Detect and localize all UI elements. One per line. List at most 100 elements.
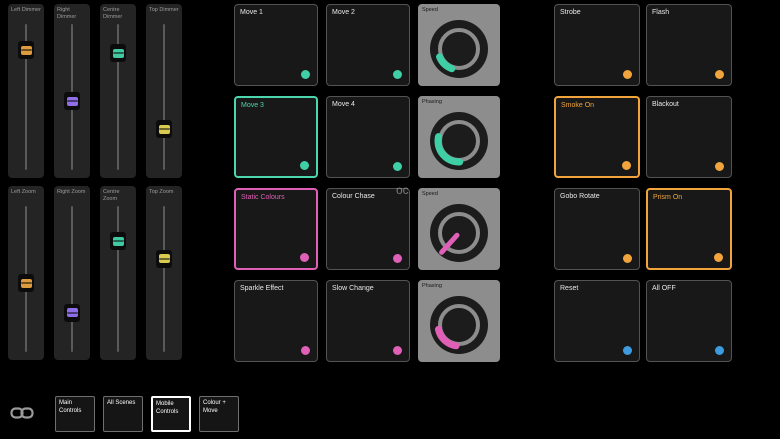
status-dot	[623, 70, 632, 79]
fader-top-zoom[interactable]: Top Zoom	[146, 186, 182, 360]
fader-label: Centre Zoom	[103, 189, 133, 203]
pad-label: Strobe	[560, 9, 581, 17]
fader-right-zoom[interactable]: Right Zoom	[54, 186, 90, 360]
fx-grid: Strobe Flash Smoke On Blackout Gobo Rota…	[554, 4, 732, 362]
status-dot	[714, 253, 723, 262]
fader-handle-grip	[113, 49, 124, 58]
pad-label: Reset	[560, 285, 578, 293]
scene-pad-move-2[interactable]: Move 2	[326, 4, 410, 86]
fader-left-dimmer[interactable]: Left Dimmer	[8, 4, 44, 178]
fader-handle[interactable]	[110, 44, 126, 62]
fader-handle[interactable]	[110, 232, 126, 250]
fader-handle-grip	[21, 279, 32, 288]
knob-panel-phasing-2: Phasing	[418, 280, 500, 362]
watermark-text: oc	[396, 183, 409, 197]
fx-pad-all-off[interactable]: All OFF	[646, 280, 732, 362]
knob-panel-speed-2: Speed	[418, 188, 500, 270]
scene-pad-move-1[interactable]: Move 1	[234, 4, 318, 86]
fader-handle-grip	[159, 125, 170, 134]
fader-handle[interactable]	[18, 274, 34, 292]
status-dot	[393, 162, 402, 171]
tab-label: All Scenes	[107, 400, 135, 406]
fader-handle[interactable]	[64, 304, 80, 322]
status-dot	[623, 254, 632, 263]
status-dot	[715, 70, 724, 79]
status-dot	[393, 70, 402, 79]
status-dot	[300, 161, 309, 170]
fx-pad-gobo-rotate[interactable]: Gobo Rotate	[554, 188, 640, 270]
tab-label: Main Controls	[59, 400, 81, 414]
status-dot	[622, 161, 631, 170]
status-dot	[715, 162, 724, 171]
scene-pad-move-4[interactable]: Move 4	[326, 96, 410, 178]
tab-label: Colour + Move	[203, 400, 226, 414]
fader-left-zoom[interactable]: Left Zoom	[8, 186, 44, 360]
pad-label: Static Colours	[241, 194, 285, 202]
pad-label: Move 2	[332, 9, 355, 17]
fader-centre-zoom[interactable]: Centre Zoom	[100, 186, 136, 360]
fader-handle-grip	[67, 308, 78, 317]
fx-pad-blackout[interactable]: Blackout	[646, 96, 732, 178]
fader-label: Top Zoom	[149, 189, 173, 196]
scene-pad-move-3[interactable]: Move 3	[234, 96, 318, 178]
pad-label: Move 1	[240, 9, 263, 17]
fx-pad-prism-on[interactable]: Prism On	[646, 188, 732, 270]
fader-label: Right Zoom	[57, 189, 85, 196]
fader-track	[117, 206, 119, 352]
fx-pad-reset[interactable]: Reset	[554, 280, 640, 362]
scene-pad-slow-change[interactable]: Slow Change	[326, 280, 410, 362]
pad-label: Gobo Rotate	[560, 193, 600, 201]
pad-label: Prism On	[653, 194, 682, 202]
speed-knob-1[interactable]	[418, 4, 500, 86]
pad-label: Blackout	[652, 101, 679, 109]
fader-handle-grip	[21, 46, 32, 55]
fader-label: Left Dimmer	[11, 7, 41, 14]
phasing-knob-1[interactable]	[418, 96, 500, 178]
fader-handle[interactable]	[64, 92, 80, 110]
pad-label: Colour Chase	[332, 193, 375, 201]
fx-pad-smoke-on[interactable]: Smoke On	[554, 96, 640, 178]
fx-pad-strobe[interactable]: Strobe	[554, 4, 640, 86]
pad-label: Flash	[652, 9, 669, 17]
fader-top-dimmer[interactable]: Top Dimmer	[146, 4, 182, 178]
fader-handle-grip	[159, 254, 170, 263]
fader-label: Left Zoom	[11, 189, 36, 196]
status-dot	[301, 346, 310, 355]
status-dot	[715, 346, 724, 355]
tab-all-scenes[interactable]: All Scenes	[103, 396, 143, 432]
connection-link-icon[interactable]	[10, 401, 34, 430]
speed-knob-2[interactable]	[418, 188, 500, 270]
fader-label: Top Dimmer	[149, 7, 179, 14]
pad-label: Smoke On	[561, 102, 594, 110]
layout-tab-bar: Main Controls All Scenes Mobile Controls…	[55, 396, 239, 432]
pad-label: Sparkle Effect	[240, 285, 283, 293]
fx-pad-flash[interactable]: Flash	[646, 4, 732, 86]
fader-label: Right Dimmer	[57, 7, 87, 21]
fader-handle[interactable]	[156, 250, 172, 268]
status-dot	[301, 70, 310, 79]
fader-handle[interactable]	[156, 120, 172, 138]
phasing-knob-2[interactable]	[418, 280, 500, 362]
fader-track	[163, 24, 165, 170]
fader-handle[interactable]	[18, 41, 34, 59]
scene-pad-static-colours[interactable]: Static Colours	[234, 188, 318, 270]
fader-handle-grip	[67, 97, 78, 106]
pad-label: Move 4	[332, 101, 355, 109]
fader-track	[163, 206, 165, 352]
knob-panel-phasing-1: Phasing	[418, 96, 500, 178]
scene-pad-colour-chase[interactable]: Colour Chase	[326, 188, 410, 270]
pad-label: Slow Change	[332, 285, 374, 293]
tab-colour-move[interactable]: Colour + Move	[199, 396, 239, 432]
tab-main-controls[interactable]: Main Controls	[55, 396, 95, 432]
fader-centre-dimmer[interactable]: Centre Dimmer	[100, 4, 136, 178]
knob-panel-speed-1: Speed	[418, 4, 500, 86]
fader-right-dimmer[interactable]: Right Dimmer	[54, 4, 90, 178]
fader-track	[71, 206, 73, 352]
tab-mobile-controls[interactable]: Mobile Controls	[151, 396, 191, 432]
scene-pad-sparkle-effect[interactable]: Sparkle Effect	[234, 280, 318, 362]
scene-grid: Move 1 Move 2 Speed Move 3 Move 4 Phasin…	[234, 4, 500, 362]
tab-label: Mobile Controls	[156, 401, 178, 415]
pad-label: All OFF	[652, 285, 676, 293]
fader-handle-grip	[113, 237, 124, 246]
fader-grid: Left Dimmer Right Dimmer Centre Dimmer T…	[8, 4, 182, 360]
